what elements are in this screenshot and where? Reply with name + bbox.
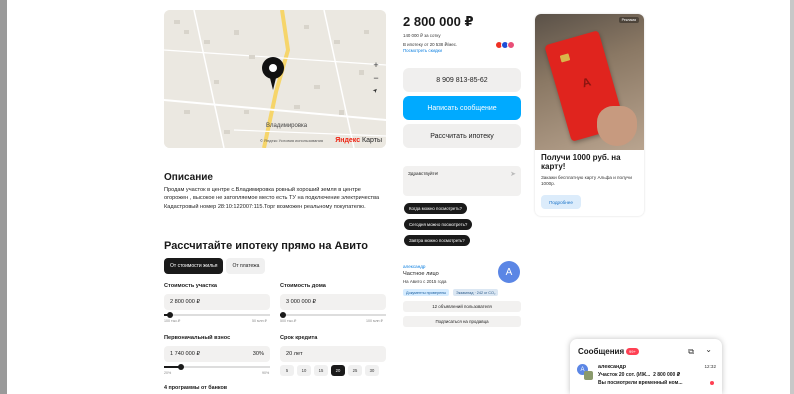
zoom-out-button[interactable]: − [371, 73, 381, 83]
description-text: Продам участок в центре с.Владимировка р… [164, 187, 380, 210]
documents-verified-badge: Документы проверены [403, 289, 450, 296]
down-payment-slider[interactable] [164, 364, 270, 370]
house-price-slider[interactable] [280, 312, 386, 318]
message-input[interactable]: Здравствуйте! ➤ [403, 166, 521, 196]
mortgage-tabs: От стоимости жилья От платежа [164, 258, 266, 274]
ad-image: А Реклама [535, 14, 644, 150]
loan-term-chip-30[interactable]: 30 [365, 365, 379, 376]
ad-label: Реклама [618, 17, 639, 23]
loan-term-value: 20 лет [286, 351, 303, 357]
subscribe-seller-button[interactable]: Подписаться на продавца [403, 316, 521, 327]
loan-term-chip-10[interactable]: 10 [297, 365, 311, 376]
discounts-link[interactable]: Посмотреть скидки [403, 48, 442, 53]
ad-text: Закажи бесплатную карту Альфа и получи 1… [541, 175, 632, 187]
seller-name-link[interactable]: александр [403, 264, 425, 269]
loan-term-chip-20[interactable]: 20 [331, 365, 345, 376]
calculate-mortgage-button[interactable]: Рассчитать ипотеку [403, 124, 521, 148]
mortgage-title: Рассчитайте ипотеку прямо на Авито [164, 240, 368, 252]
zoom-in-button[interactable]: + [371, 60, 381, 70]
message-preview[interactable]: Вы посмотрели временный ном... [598, 380, 683, 386]
plot-price-min: 100 тыс.₽ [164, 319, 181, 323]
map-street-label: Владимировка [266, 123, 308, 129]
message-input-text: Здравствуйте! [408, 171, 439, 176]
alfa-logo: А [580, 74, 593, 91]
house-price-value: 3 000 000 ₽ [286, 299, 316, 305]
open-external-icon[interactable]: ⧉ [688, 347, 694, 357]
listing-price: 2 800 000 ₽ [403, 14, 474, 29]
write-message-button[interactable]: Написать сообщение [403, 96, 521, 120]
unread-count-badge: 99+ [626, 348, 639, 355]
loan-term-chip-15[interactable]: 15 [314, 365, 328, 376]
ad-title: Получи 1000 руб. на карту! [541, 153, 621, 171]
map-brand-y: Яндекс [335, 137, 361, 144]
plot-price-max: 50 млн ₽ [252, 319, 267, 323]
loan-term-chip-5[interactable]: 5 [280, 365, 294, 376]
down-payment-input[interactable]: 1 740 000 ₽ 30% [164, 346, 270, 362]
message-subject[interactable]: Участок 20 сот. (ИЖ... 2 800 000 ₽ [598, 372, 680, 378]
tab-by-payment[interactable]: От платежа [226, 258, 266, 274]
plot-price-label: Стоимость участка [164, 283, 218, 289]
quick-question-today[interactable]: Сегодня можно посмотреть? [404, 219, 473, 230]
map-terms-link[interactable]: © Яндекс Условия использования [260, 138, 323, 143]
message-subject-text: Участок 20 сот. (ИЖ... [598, 372, 651, 378]
loan-term-chips: 5 10 15 20 25 30 [280, 365, 379, 376]
house-price-max: 100 млн ₽ [366, 319, 383, 323]
unread-dot [710, 381, 714, 385]
quick-question-when[interactable]: Когда можно посмотреть? [404, 203, 467, 214]
seller-listings-button[interactable]: 12 объявлений пользователя [403, 301, 521, 312]
location-map[interactable]: + − ➤ Владимировка © Яндекс Условия испо… [164, 10, 386, 148]
show-phone-button[interactable]: 8 909 813-85-62 [403, 68, 521, 92]
down-payment-slider-knob[interactable] [177, 364, 184, 370]
price-per-sotka: 140 000 ₽ за сотку [403, 33, 441, 38]
bank-logo-icon [507, 41, 515, 49]
advertisement-card[interactable]: А Реклама Получи 1000 руб. на карту! Зак… [535, 14, 644, 216]
left-frame [0, 0, 7, 394]
down-payment-label: Первоначальный взнос [164, 335, 231, 341]
ad-more-button[interactable]: Подробнее [541, 195, 581, 209]
seller-avatar[interactable]: A [498, 261, 520, 283]
map-brand-rest: Карты [360, 137, 382, 144]
eco-badge: Экзамлад · 242 кг CO₂ [453, 289, 499, 296]
down-payment-value: 1 740 000 ₽ [170, 351, 200, 357]
message-price: 2 800 000 ₽ [653, 372, 681, 378]
house-price-min: 500 тыс.₽ [280, 319, 297, 323]
plot-price-input[interactable]: 2 800 000 ₽ [164, 294, 270, 310]
down-payment-min: 20% [164, 371, 172, 375]
seller-since: На Авито с 2015 года [403, 279, 447, 284]
loan-term-label: Срок кредита [280, 335, 318, 341]
scrollbar[interactable] [790, 0, 794, 394]
messages-title: Сообщения [578, 347, 625, 356]
card-chip-icon [559, 53, 571, 63]
house-price-input[interactable]: 3 000 000 ₽ [280, 294, 386, 310]
plot-price-slider-knob[interactable] [167, 312, 174, 318]
plot-price-slider[interactable] [164, 312, 270, 318]
message-author[interactable]: александр [598, 364, 626, 370]
bank-logos [495, 41, 515, 49]
quick-question-tomorrow[interactable]: Завтра можно посмотреть? [404, 235, 470, 246]
hand-image [597, 106, 637, 146]
bank-programs-heading: 4 программы от банков [164, 385, 228, 391]
messages-popup: Сообщения 99+ ⧉ ⌄ A александр 12:32 Учас… [570, 339, 722, 394]
collapse-icon[interactable]: ⌄ [705, 345, 712, 354]
plot-price-value: 2 800 000 ₽ [170, 299, 200, 305]
description-title: Описание [164, 172, 213, 183]
house-price-label: Стоимость дома [280, 283, 326, 289]
house-price-slider-knob[interactable] [280, 312, 287, 318]
loan-term-input[interactable]: 20 лет [280, 346, 386, 362]
down-payment-max: 90% [262, 371, 270, 375]
tab-by-price[interactable]: От стоимости жилья [164, 258, 224, 274]
loan-term-chip-25[interactable]: 25 [348, 365, 362, 376]
yandex-maps-logo[interactable]: Яндекс Карты [335, 137, 382, 144]
message-time: 12:32 [704, 364, 717, 369]
send-icon[interactable]: ➤ [510, 170, 516, 178]
down-payment-percent: 30% [252, 351, 264, 357]
listing-thumbnail [584, 371, 593, 380]
seller-type: Частное лицо [403, 271, 439, 277]
